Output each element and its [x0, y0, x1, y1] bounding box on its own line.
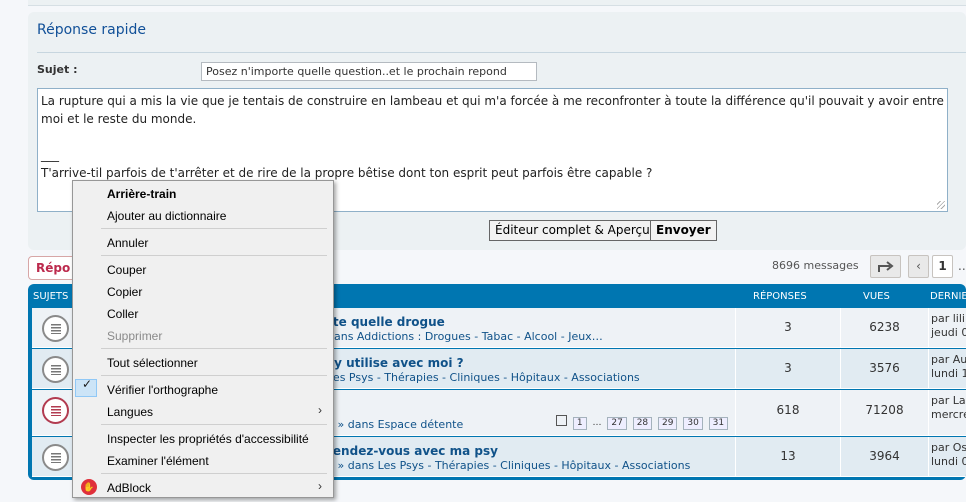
menu-separator [101, 255, 327, 256]
menu-separator [101, 228, 327, 229]
resize-grip-icon[interactable] [937, 201, 945, 209]
menu-separator [101, 375, 327, 376]
topic-forum-link[interactable]: 2 » dans Les Psys - Thérapies - Clinique… [327, 459, 690, 472]
pagination-ellipsis: ... [958, 259, 966, 273]
topic-read-icon [42, 315, 69, 342]
topic-page-link[interactable]: 1 [572, 417, 587, 430]
topic-page-link[interactable]: 30 [683, 417, 703, 430]
multipage-icon [556, 415, 567, 426]
topic-page-link[interactable]: 31 [708, 417, 729, 430]
share-arrow-icon[interactable] [870, 255, 901, 278]
message-line: ___ [41, 148, 59, 162]
chevron-right-icon: › [318, 403, 322, 417]
topic-title-link[interactable]: rendez-vous avec ma psy [327, 444, 498, 458]
chevron-right-icon: › [318, 479, 322, 493]
topic-pagination: 1 … 27 28 29 30 31 [556, 414, 729, 430]
delete-item: Supprimer [107, 329, 163, 343]
header-replies: RÉPONSES [753, 291, 807, 302]
message-line: moi et le reste du monde. [41, 112, 197, 126]
view-count: 6238 [840, 308, 928, 347]
menu-separator [101, 424, 327, 425]
reply-count: 13 [735, 437, 840, 476]
full-editor-button[interactable]: Éditeur complet & Aperçu [489, 220, 656, 241]
topic-page-ellipsis: … [592, 418, 602, 428]
menu-separator [101, 473, 327, 474]
last-post: par lili jeudi 0 [928, 308, 966, 347]
adblock-item[interactable]: AdBlock [107, 481, 151, 495]
header-views: VUES [863, 291, 890, 302]
select-all-item[interactable]: Tout sélectionner [107, 356, 198, 370]
quick-reply-title: Réponse rapide [37, 22, 147, 38]
topic-page-link[interactable]: 27 [607, 417, 627, 430]
copy-item[interactable]: Copier [107, 285, 142, 299]
undo-item[interactable]: Annuler [107, 236, 148, 250]
view-count: 71208 [840, 390, 928, 435]
top-strip [28, 0, 966, 6]
menu-separator [101, 348, 327, 349]
topic-read-icon [42, 444, 69, 471]
adblock-hand-icon: ✋ [81, 479, 97, 495]
reply-count: 3 [735, 308, 840, 347]
cut-item[interactable]: Couper [107, 263, 146, 277]
inspect-accessibility-item[interactable]: Inspecter les propriétés d'accessibilité [107, 432, 309, 446]
view-count: 3576 [840, 349, 928, 388]
topic-hot-icon [42, 397, 69, 424]
header-last: DERNIE [930, 291, 966, 302]
header-topics: SUJETS [33, 291, 69, 302]
topic-page-link[interactable]: 28 [632, 417, 653, 430]
topic-title-link[interactable]: rte quelle drogue [327, 315, 445, 329]
topic-read-icon [42, 356, 69, 383]
topic-title-link[interactable]: sy utilise avec moi ? [327, 356, 464, 370]
reply-count: 3 [735, 349, 840, 388]
reply-tab-button[interactable]: Répo [28, 256, 78, 280]
spellcheck-item[interactable]: Vérifier l'orthographe [107, 383, 218, 397]
view-count: 3964 [840, 437, 928, 476]
message-line: La rupture qui a mis la vie que je tenta… [41, 94, 944, 108]
inspect-element-item[interactable]: Examiner l'élément [107, 454, 209, 468]
spell-suggestion-item[interactable]: Arrière-train [107, 187, 176, 201]
topic-page-link[interactable]: 29 [658, 417, 678, 430]
languages-item[interactable]: Langues [107, 405, 153, 419]
last-post: par Os lundi 0 [928, 437, 966, 476]
context-menu: Arrière-train Ajouter au dictionnaire An… [72, 180, 334, 498]
last-post: par La mercre [928, 390, 966, 435]
reply-count: 618 [735, 390, 840, 435]
paste-item[interactable]: Coller [107, 307, 138, 321]
message-line [41, 128, 944, 146]
check-icon: ✓ [82, 377, 93, 391]
add-to-dictionary-item[interactable]: Ajouter au dictionnaire [107, 209, 226, 223]
send-button[interactable]: Envoyer [650, 220, 717, 241]
divider [37, 52, 966, 53]
topic-forum-link[interactable]: Les Psys - Thérapies - Cliniques - Hôpit… [327, 371, 640, 384]
topic-forum-link[interactable]: 2 » dans Espace détente [327, 418, 463, 431]
page-1-button[interactable]: 1 [932, 255, 953, 278]
topic-forum-link[interactable]: dans Addictions : Drogues - Tabac - Alco… [327, 330, 603, 343]
subject-input[interactable]: Posez n'importe quelle question..et le p… [201, 62, 537, 81]
prev-page-button[interactable]: ‹ [908, 255, 929, 278]
subject-label: Sujet : [37, 63, 78, 76]
message-count: 8696 messages [772, 259, 859, 272]
last-post: par Au lundi 1 [928, 349, 966, 388]
